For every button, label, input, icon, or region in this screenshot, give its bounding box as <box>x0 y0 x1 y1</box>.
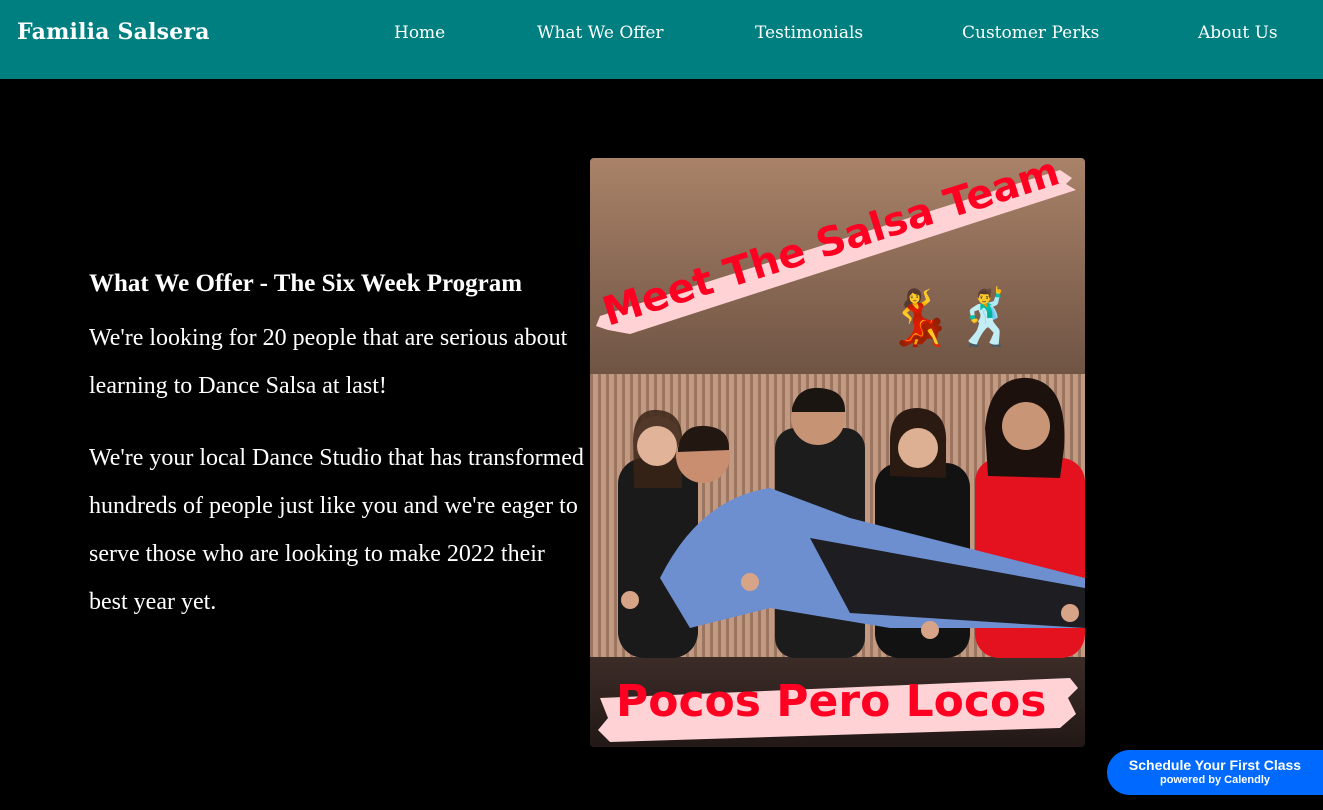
nav-link-about-us[interactable]: About Us <box>1198 23 1278 43</box>
intro-paragraph: We're looking for 20 people that are ser… <box>89 325 568 399</box>
salsa-team-photo: Meet The Salsa Team 💃🕺 Pocos Pero Locos <box>590 158 1085 747</box>
bottom-banner-text: Pocos Pero Locos <box>616 676 1046 727</box>
dancer-emoji: 💃🕺 <box>886 285 1020 350</box>
calendly-powered-by: powered by Calendly <box>1159 774 1271 786</box>
nav-link-testimonials[interactable]: Testimonials <box>755 23 863 43</box>
nav-link-customer-perks[interactable]: Customer Perks <box>962 23 1099 43</box>
nav-link-what-we-offer[interactable]: What We Offer <box>537 23 664 43</box>
section-heading: What We Offer - The Six Week Program <box>89 270 523 297</box>
schedule-label: Schedule Your First Class <box>1128 757 1302 773</box>
site-logo[interactable]: Familia Salsera <box>17 19 210 45</box>
calendly-schedule-button[interactable]: Schedule Your First Class powered by Cal… <box>1107 750 1323 795</box>
top-navigation-bar: Familia Salsera Home What We Offer Testi… <box>0 0 1323 79</box>
studio-paragraph: We're your local Dance Studio that has t… <box>89 445 584 615</box>
program-description: What We Offer - The Six Week Program We'… <box>89 266 584 626</box>
nav-link-home[interactable]: Home <box>394 23 445 43</box>
